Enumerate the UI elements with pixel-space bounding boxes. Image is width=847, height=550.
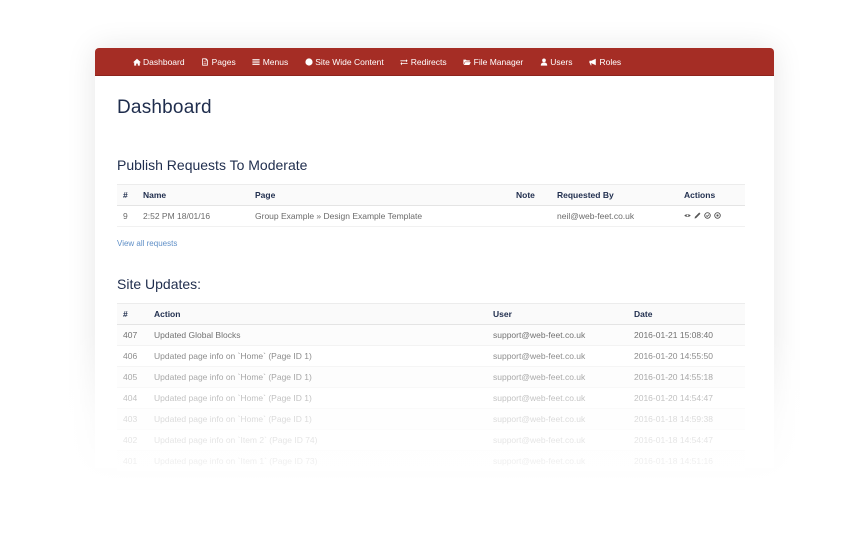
cell-date: 2016-01-18 14:59:38 bbox=[628, 408, 745, 430]
times-circle-icon[interactable] bbox=[714, 211, 721, 221]
app-window: Dashboard Pages Menus Site Wide Content … bbox=[95, 48, 774, 472]
nav-site-wide-content[interactable]: Site Wide Content bbox=[304, 57, 384, 67]
cell-user: support@web-feet.co.uk bbox=[487, 324, 628, 346]
folder-open-icon bbox=[463, 57, 472, 66]
cell-action: Updated Global Blocks bbox=[148, 324, 487, 346]
site-updates-title: Site Updates: bbox=[117, 276, 202, 292]
nav-pages[interactable]: Pages bbox=[201, 57, 236, 67]
cell-date: 2016-01-20 14:55:50 bbox=[628, 345, 745, 367]
col-user: User bbox=[493, 309, 512, 319]
nav-pages-label: Pages bbox=[211, 56, 236, 67]
cell-page: Group Example » Design Example Template bbox=[249, 205, 510, 227]
user-icon bbox=[539, 57, 548, 66]
col-date: Date bbox=[634, 309, 653, 319]
cell-date: 2016-01-20 14:54:47 bbox=[628, 387, 745, 409]
bars-icon bbox=[252, 57, 261, 66]
cell-user: support@web-feet.co.uk bbox=[487, 450, 628, 472]
bullhorn-icon bbox=[588, 57, 597, 66]
col-id: # bbox=[123, 309, 128, 319]
cell-user: support@web-feet.co.uk bbox=[487, 408, 628, 430]
cell-id: 402 bbox=[117, 429, 148, 451]
file-icon bbox=[201, 57, 210, 66]
cell-id: 406 bbox=[117, 345, 148, 367]
nav-file-manager-label: File Manager bbox=[473, 56, 524, 67]
col-id: # bbox=[123, 190, 128, 200]
col-requested-by: Requested By bbox=[557, 190, 614, 200]
nav-dashboard-label: Dashboard bbox=[143, 56, 185, 67]
pencil-icon[interactable] bbox=[694, 211, 701, 221]
nav-roles[interactable]: Roles bbox=[588, 57, 621, 67]
col-name: Name bbox=[143, 190, 167, 200]
cell-requested-by: neil@web-feet.co.uk bbox=[551, 205, 678, 227]
cell-id: 403 bbox=[117, 408, 148, 430]
site-updates-table: # Action User Date 407 Updated Global Blo… bbox=[117, 303, 745, 472]
nav-site-wide-content-label: Site Wide Content bbox=[315, 56, 384, 67]
cell-user: support@web-feet.co.uk bbox=[487, 366, 628, 388]
col-page: Page bbox=[255, 190, 276, 200]
table-row: 405 Updated page info on `Home` (Page ID … bbox=[117, 366, 745, 388]
cell-id: 401 bbox=[117, 450, 148, 472]
table-row: 403 Updated page info on `Home` (Page ID … bbox=[117, 408, 745, 430]
cell-name: 2:52 PM 18/01/16 bbox=[137, 205, 249, 227]
eye-icon[interactable] bbox=[684, 211, 691, 221]
cell-action: Updated page info on `Home` (Page ID 1) bbox=[148, 366, 487, 388]
nav-users-label: Users bbox=[550, 56, 573, 67]
site-updates-body: 407 Updated Global Blocks support@web-feet… bbox=[117, 324, 745, 472]
cell-user: support@web-feet.co.uk bbox=[487, 387, 628, 409]
cell-action: Updated page info on `Item 2` (Page ID 7… bbox=[148, 429, 487, 451]
top-navbar: Dashboard Pages Menus Site Wide Content … bbox=[95, 48, 774, 76]
nav-redirects[interactable]: Redirects bbox=[400, 57, 447, 67]
nav-redirects-label: Redirects bbox=[410, 56, 447, 67]
cell-action: Updated page info on `Item 1` (Page ID 7… bbox=[148, 450, 487, 472]
publish-requests-title: Publish Requests To Moderate bbox=[117, 157, 308, 173]
view-all-requests-link[interactable]: View all requests bbox=[117, 239, 177, 248]
cell-id: 404 bbox=[117, 387, 148, 409]
cell-date: 2016-01-20 14:55:18 bbox=[628, 366, 745, 388]
table-header-row: # Action User Date bbox=[117, 303, 745, 325]
cell-action: Updated page info on `Home` (Page ID 1) bbox=[148, 408, 487, 430]
cell-id: 405 bbox=[117, 366, 148, 388]
publish-requests-table: # Name Page Note Requested By Actions 9 … bbox=[117, 184, 745, 227]
table-row: 401 Updated page info on `Item 1` (Page I… bbox=[117, 450, 745, 472]
table-row: 407 Updated Global Blocks support@web-feet… bbox=[117, 324, 745, 346]
cell-user: support@web-feet.co.uk bbox=[487, 429, 628, 451]
cell-action: Updated page info on `Home` (Page ID 1) bbox=[148, 345, 487, 367]
cell-date: 2016-01-21 15:08:40 bbox=[628, 324, 745, 346]
nav-menus-label: Menus bbox=[262, 56, 289, 67]
nav-menus[interactable]: Menus bbox=[252, 56, 289, 67]
page-title: Dashboard bbox=[117, 97, 212, 118]
col-actions: Actions bbox=[684, 190, 716, 200]
table-row: 406 Updated page info on `Home` (Page ID … bbox=[117, 345, 745, 367]
exchange-icon bbox=[400, 57, 409, 66]
nav-users[interactable]: Users bbox=[539, 57, 572, 67]
cell-date: 2016-01-18 14:54:47 bbox=[628, 429, 745, 451]
home-icon bbox=[132, 57, 141, 66]
table-row: 9 2:52 PM 18/01/16 Group Example » Desig… bbox=[117, 205, 745, 227]
cell-id: 407 bbox=[117, 324, 148, 346]
cell-id: 9 bbox=[117, 205, 137, 227]
cell-actions bbox=[678, 205, 745, 227]
table-row: 404 Updated page info on `Home` (Page ID … bbox=[117, 387, 745, 409]
cell-date: 2016-01-18 14:51:16 bbox=[628, 450, 745, 472]
nav-roles-label: Roles bbox=[599, 56, 622, 67]
cell-note bbox=[510, 205, 551, 227]
table-header-row: # Name Page Note Requested By Actions bbox=[117, 184, 745, 206]
col-note: Note bbox=[516, 190, 535, 200]
cell-action: Updated page info on `Home` (Page ID 1) bbox=[148, 387, 487, 409]
main-content: Dashboard Publish Requests To Moderate #… bbox=[95, 97, 774, 472]
cell-user: support@web-feet.co.uk bbox=[487, 345, 628, 367]
nav-file-manager[interactable]: File Manager bbox=[463, 56, 524, 67]
col-action: Action bbox=[154, 309, 181, 319]
table-row: 402 Updated page info on `Item 2` (Page I… bbox=[117, 429, 745, 451]
nav-dashboard[interactable]: Dashboard bbox=[132, 57, 185, 67]
globe-icon bbox=[304, 57, 313, 66]
check-circle-icon[interactable] bbox=[704, 211, 711, 221]
